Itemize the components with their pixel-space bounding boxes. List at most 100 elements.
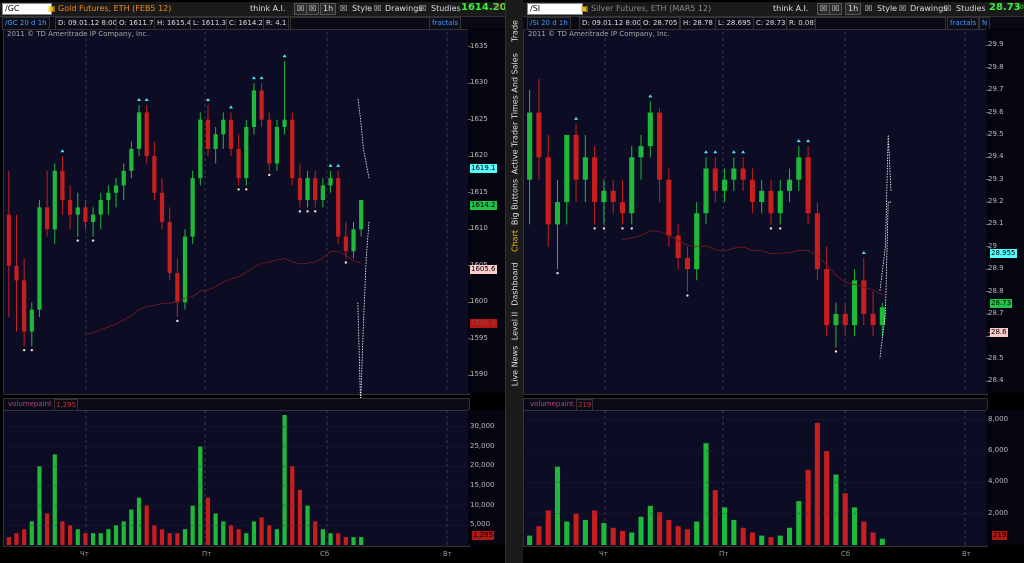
volume-bar bbox=[870, 532, 876, 545]
volume-bar bbox=[842, 493, 848, 545]
volume-bar bbox=[527, 535, 533, 545]
volume-bar bbox=[182, 529, 188, 545]
volume-bar bbox=[274, 529, 280, 545]
volume-bar bbox=[336, 533, 341, 545]
volume-bar bbox=[60, 521, 65, 545]
volume-bar bbox=[351, 537, 356, 545]
volume-bar bbox=[722, 507, 728, 545]
volume-bar bbox=[833, 474, 839, 545]
volume-bar bbox=[90, 533, 96, 545]
volume-bar bbox=[768, 537, 774, 545]
volume-bar bbox=[647, 505, 653, 545]
volume-bar bbox=[159, 529, 165, 545]
volume-bar bbox=[879, 538, 885, 545]
sidebar-tab-active-trader[interactable]: Active Trader bbox=[506, 122, 523, 174]
volume-bar bbox=[313, 521, 318, 545]
volume-bar bbox=[749, 532, 755, 545]
sidebar-tab-chart[interactable]: Chart bbox=[506, 228, 523, 254]
gold-day-label: Чт bbox=[80, 550, 89, 558]
volume-bar bbox=[731, 519, 737, 545]
volume-bar bbox=[228, 525, 234, 545]
volume-bar bbox=[98, 533, 103, 545]
volume-bar bbox=[703, 443, 709, 545]
volume-bar bbox=[244, 533, 249, 545]
volume-bar bbox=[657, 512, 663, 545]
volume-bar bbox=[14, 533, 19, 545]
silver-day-label: Вт bbox=[962, 550, 971, 558]
volume-bar bbox=[536, 526, 542, 545]
volume-bar bbox=[45, 513, 50, 545]
volume-bar bbox=[786, 527, 793, 545]
sidebar-tab-level-ii[interactable]: Level II bbox=[506, 310, 523, 342]
volume-bar bbox=[113, 525, 119, 545]
volume-bar bbox=[601, 523, 607, 545]
sidebar-tab-dashboard[interactable]: Dashboard bbox=[506, 260, 523, 308]
volume-bar bbox=[545, 510, 551, 545]
gold-chart-panel: /GC ▣ Gold Futures, ETH (FEB5 12) think … bbox=[0, 0, 507, 563]
volume-bar bbox=[320, 529, 325, 545]
volume-bar bbox=[564, 521, 570, 545]
volume-bar bbox=[582, 519, 588, 545]
volume-bar bbox=[251, 521, 257, 545]
volume-bar bbox=[343, 537, 348, 545]
volume-bar bbox=[267, 525, 272, 545]
volume-bar bbox=[213, 513, 218, 545]
volume-bar bbox=[629, 532, 635, 545]
silver-day-label: Чт bbox=[599, 550, 608, 558]
volume-bar bbox=[68, 525, 73, 545]
volume-bar bbox=[684, 529, 690, 545]
volume-bar bbox=[359, 537, 364, 545]
sidebar-tab-live-news[interactable]: Live News bbox=[506, 346, 523, 387]
volume-bar bbox=[83, 533, 88, 545]
volume-bar bbox=[610, 527, 616, 545]
volume-bar bbox=[592, 510, 598, 545]
volume-bar bbox=[554, 466, 561, 545]
silver-day-label: Сб bbox=[841, 550, 851, 558]
volume-bar bbox=[152, 525, 157, 545]
volume-bar bbox=[6, 537, 11, 545]
gold-day-label: Сб bbox=[320, 550, 330, 558]
volume-bar bbox=[740, 527, 746, 545]
volume-bar bbox=[259, 517, 264, 545]
volume-bar bbox=[666, 519, 672, 545]
volume-bar bbox=[175, 533, 180, 545]
gold-volume-svg bbox=[3, 410, 468, 545]
volume-bar bbox=[205, 497, 211, 545]
volume-bar bbox=[573, 513, 579, 545]
volume-bar bbox=[106, 529, 111, 545]
silver-chart-panel: /SI ▣ Silver Futures, ETH (MAR5 12) thin… bbox=[523, 0, 1024, 563]
volume-bar bbox=[75, 529, 80, 545]
volume-bar bbox=[52, 454, 57, 545]
volume-bar bbox=[236, 529, 241, 545]
volume-bar bbox=[675, 526, 681, 545]
sidebar-tab-times-and-sales[interactable]: Times And Sales bbox=[506, 52, 523, 120]
volume-bar bbox=[297, 489, 302, 545]
silver-volume-svg bbox=[526, 410, 986, 545]
volume-bar bbox=[328, 533, 333, 545]
volume-bar bbox=[221, 521, 226, 545]
volume-bar bbox=[824, 451, 830, 545]
volume-bar bbox=[198, 446, 203, 545]
volume-bar bbox=[22, 529, 27, 545]
sidebar-tabs: Trade Times And Sales Active Trader Big … bbox=[505, 0, 524, 563]
volume-bar bbox=[694, 521, 700, 545]
volume-bar bbox=[619, 530, 626, 545]
volume-bar bbox=[712, 490, 718, 545]
volume-bar bbox=[129, 509, 134, 545]
gold-day-label: Пт bbox=[202, 550, 212, 558]
volume-bar bbox=[167, 533, 172, 545]
volume-bar bbox=[851, 507, 858, 545]
volume-bar bbox=[796, 501, 802, 545]
volume-bar bbox=[861, 521, 867, 545]
sidebar-tab-big-buttons[interactable]: Big Buttons bbox=[506, 178, 523, 226]
volume-bar bbox=[805, 469, 811, 545]
volume-bar bbox=[638, 516, 644, 545]
volume-bar bbox=[121, 521, 126, 545]
volume-bar bbox=[136, 497, 142, 545]
volume-bar bbox=[777, 535, 783, 545]
volume-bar bbox=[759, 535, 765, 545]
volume-bar bbox=[814, 422, 820, 545]
volume-bar bbox=[29, 521, 34, 545]
sidebar-tab-trade[interactable]: Trade bbox=[506, 16, 523, 46]
silver-day-label: Пт bbox=[719, 550, 729, 558]
